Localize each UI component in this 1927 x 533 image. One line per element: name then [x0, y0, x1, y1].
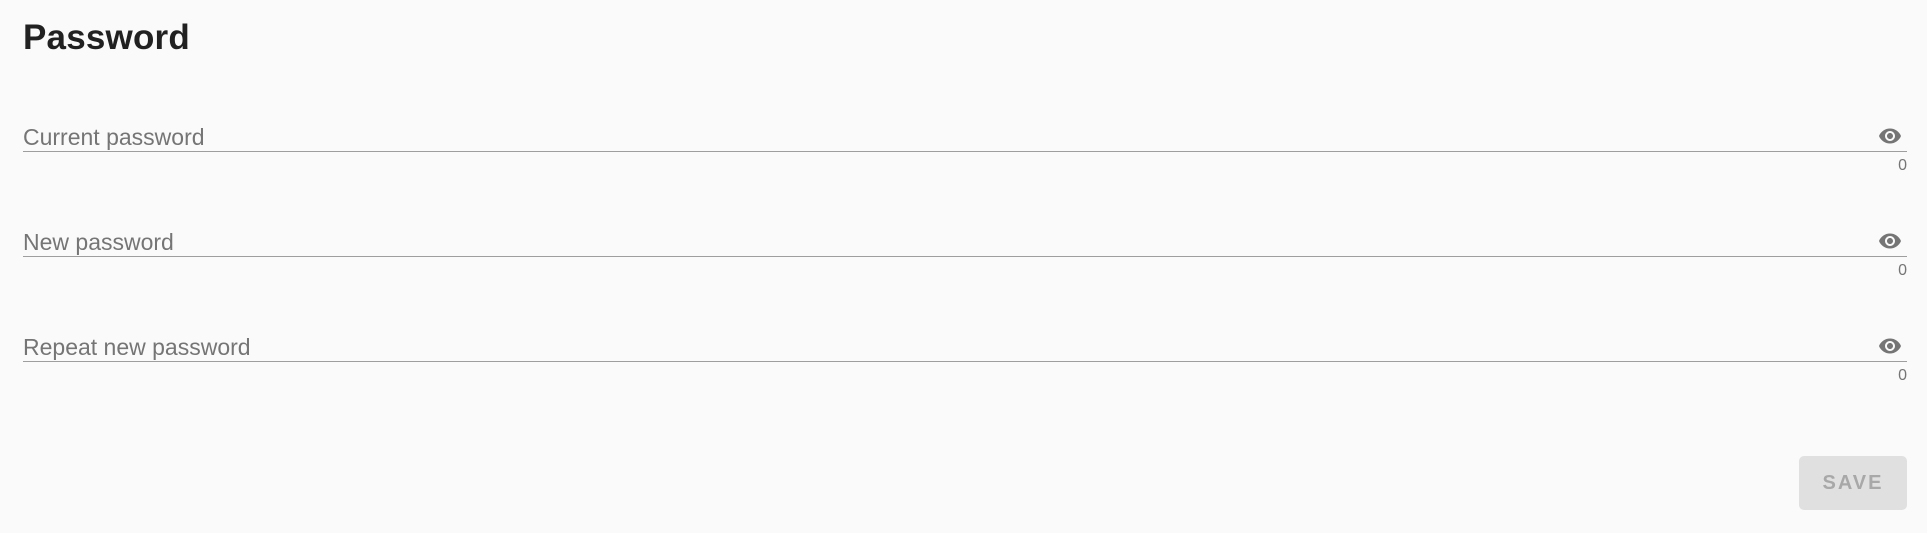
repeat-password-char-counter: 0	[1898, 367, 1907, 384]
current-password-field: 0	[23, 84, 1907, 174]
new-password-input[interactable]	[23, 227, 1843, 257]
page-title: Password	[23, 18, 190, 57]
repeat-password-field: 0	[23, 294, 1907, 384]
current-password-char-counter: 0	[1898, 157, 1907, 174]
repeat-password-underline	[23, 294, 1907, 362]
current-password-input[interactable]	[23, 122, 1843, 152]
current-password-underline	[23, 84, 1907, 152]
save-button[interactable]: SAVE	[1799, 456, 1907, 510]
new-password-field: 0	[23, 189, 1907, 279]
new-password-underline	[23, 189, 1907, 257]
repeat-password-input[interactable]	[23, 332, 1843, 362]
eye-icon[interactable]	[1873, 229, 1907, 253]
password-settings-panel: Password 0 0 0 SAVE	[23, 0, 1907, 533]
eye-icon[interactable]	[1873, 124, 1907, 148]
eye-icon[interactable]	[1873, 334, 1907, 358]
new-password-char-counter: 0	[1898, 262, 1907, 279]
